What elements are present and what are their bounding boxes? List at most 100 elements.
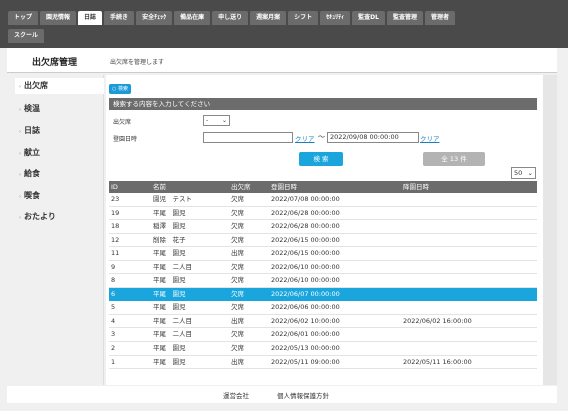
per-page-select[interactable]: 50 ⌄ [511,167,536,179]
nav-tab[interactable]: ｾｷｭﾘﾃｨ [320,11,351,25]
date-from-clear-link[interactable]: クリア [295,133,315,143]
cell-status: 出席 [231,249,244,258]
cell-registered: 2022/06/28 00:00:00 [271,208,340,217]
table-row[interactable]: 11 平尾 園児 出席 2022/06/15 00:00:00 [109,247,537,261]
cell-id: 5 [111,303,116,312]
privacy-policy-link[interactable]: 個人情報保護方針 [277,390,329,400]
cell-status: 欠席 [231,195,244,203]
table-row[interactable]: 18 稲澤 園児 欠席 2022/06/28 00:00:00 [109,220,537,234]
cell-id: 4 [111,316,116,325]
date-to-clear-link[interactable]: クリア [420,133,440,143]
search-button[interactable]: 検 索 [299,152,343,166]
cell-registered: 2022/06/28 00:00:00 [271,222,340,231]
nav-row-1: トップ 園児情報 日誌 手続き 安全ﾁｪｯｸ 備品在庫 申し送り 週案月案 シフト ｾｷｭﾘﾃｨ監… [8,11,455,25]
date-to-input[interactable]: 2022/09/08 00:00:00 [327,132,419,143]
nav-tab[interactable]: 日誌 [78,11,103,25]
cell-id: 19 [111,208,120,217]
column-header-updated[interactable]: 降園日時 [403,181,429,193]
cell-name: 平尾 二人目 [153,262,192,271]
sidebar-item[interactable]: › 検温 [19,103,40,114]
nav-tab[interactable]: 監査管理 [386,11,423,25]
cell-status: 欠席 [231,303,244,312]
sidebar-item-label: 検温 [24,104,40,113]
cell-id: 23 [111,195,120,203]
page-side-strip [543,75,557,385]
sidebar-item[interactable]: › おたより [19,211,56,222]
column-header-id[interactable]: ID [111,181,118,193]
cell-status: 欠席 [231,235,244,244]
cell-registered: 2022/06/15 00:00:00 [271,235,340,244]
chevron-right-icon: › [19,172,21,178]
column-header-status[interactable]: 出欠席 [231,181,251,193]
cell-id: 2 [111,344,116,353]
nav-tab[interactable]: 園児情報 [40,11,77,25]
column-header-registered[interactable]: 登園日時 [271,181,297,193]
cell-registered: 2022/07/08 00:00:00 [271,195,340,203]
nav-tab[interactable]: トップ [8,11,39,25]
sidebar-item[interactable]: › 献立 [19,147,40,158]
chevron-down-icon: ⌄ [527,169,533,177]
table-row[interactable]: 19 平尾 園児 欠席 2022/06/28 00:00:00 [109,207,537,221]
chevron-right-icon: › [19,215,21,221]
chevron-right-icon: › [19,194,21,200]
column-header-name[interactable]: 名前 [153,181,166,193]
sidebar-item[interactable]: › 給食 [19,168,40,179]
sidebar-item[interactable]: › 喫食 [19,190,40,201]
cell-updated: 2022/06/02 16:00:00 [403,316,472,325]
per-page-value: 50 [514,169,523,177]
cell-status: 欠席 [231,208,244,217]
search-heading: 検索する内容を入力してください [109,98,537,110]
cell-status: 欠席 [231,276,244,285]
chevron-right-icon: › [19,84,21,90]
search-tag-label: 検索 [117,86,128,92]
sidebar-item-label: 給食 [24,169,40,178]
cell-status: 欠席 [231,262,244,271]
table-row[interactable]: 8 平尾 園児 欠席 2022/06/10 00:00:00 [109,274,537,288]
cell-status: 出席 [231,316,244,325]
nav-tab[interactable]: 週案月案 [250,11,287,25]
table-row[interactable]: 5 平尾 園児 欠席 2022/06/06 00:00:00 [109,301,537,315]
table-row[interactable]: 3 平尾 二人目 欠席 2022/06/01 00:00:00 [109,328,537,343]
nav-tab[interactable]: シフト [288,11,319,25]
table-row[interactable]: 12 削除 花子 欠席 2022/06/15 00:00:00 [109,234,537,248]
search-tag[interactable]: ○ 検索 [109,84,131,94]
nav-tab[interactable]: 管理者 [424,11,455,25]
cell-status: 欠席 [231,344,244,353]
sidebar-item[interactable]: › 日誌 [19,125,40,136]
table-row[interactable]: 4 平尾 二人目 出席 2022/06/02 10:00:00 2022/06/02 1… [109,315,537,329]
cell-registered: 2022/06/02 10:00:00 [271,316,340,325]
table-row[interactable]: 2 平尾 園児 欠席 2022/05/13 00:00:00 [109,342,537,356]
cell-registered: 2022/06/10 00:00:00 [271,262,340,271]
status-label: 出欠席 [113,119,132,126]
table-row[interactable]: 1 平尾 園児 出席 2022/05/11 09:00:00 2022/05/11 16… [109,356,537,370]
cell-id: 1 [111,357,116,366]
cell-registered: 2022/06/10 00:00:00 [271,276,340,285]
nav-tab[interactable]: 備品在庫 [174,11,211,25]
table-row[interactable]: 6 平尾 園児 欠席 2022/06/07 00:00:00 [109,287,537,302]
nav-tab[interactable]: 監査DL [352,11,385,25]
chevron-down-icon: ⌄ [221,117,227,124]
date-from-input[interactable] [203,132,293,143]
total-count-button[interactable]: 全 13 件 [423,152,485,166]
nav-tab[interactable]: 安全ﾁｪｯｸ [136,11,173,25]
cell-name: 平尾 園児 [153,276,186,285]
sidebar-item[interactable]: › 出欠席 [15,78,104,94]
sidebar-item-label: 喫食 [24,191,40,200]
cell-name: 平尾 園児 [153,357,186,366]
nav-tab[interactable]: 手続き [104,11,135,25]
cell-name: 平尾 二人目 [153,316,192,325]
cell-name: 削除 花子 [153,235,186,244]
status-select[interactable]: - ⌄ [203,115,230,126]
cell-registered: 2022/05/13 00:00:00 [271,344,340,353]
table-row[interactable]: 23 園児 テスト 欠席 2022/07/08 00:00:00 [109,193,537,207]
table-row[interactable]: 9 平尾 二人目 欠席 2022/06/10 00:00:00 [109,261,537,275]
company-link[interactable]: 運営会社 [223,390,249,400]
cell-registered: 2022/06/15 00:00:00 [271,249,340,258]
cell-id: 8 [111,276,116,285]
cell-status: 欠席 [231,289,244,298]
cell-name: 平尾 園児 [153,344,186,353]
nav-tab[interactable]: スクール [8,29,45,43]
chevron-right-icon: › [19,129,21,135]
cell-status: 欠席 [231,222,244,231]
nav-tab[interactable]: 申し送り [212,11,249,25]
